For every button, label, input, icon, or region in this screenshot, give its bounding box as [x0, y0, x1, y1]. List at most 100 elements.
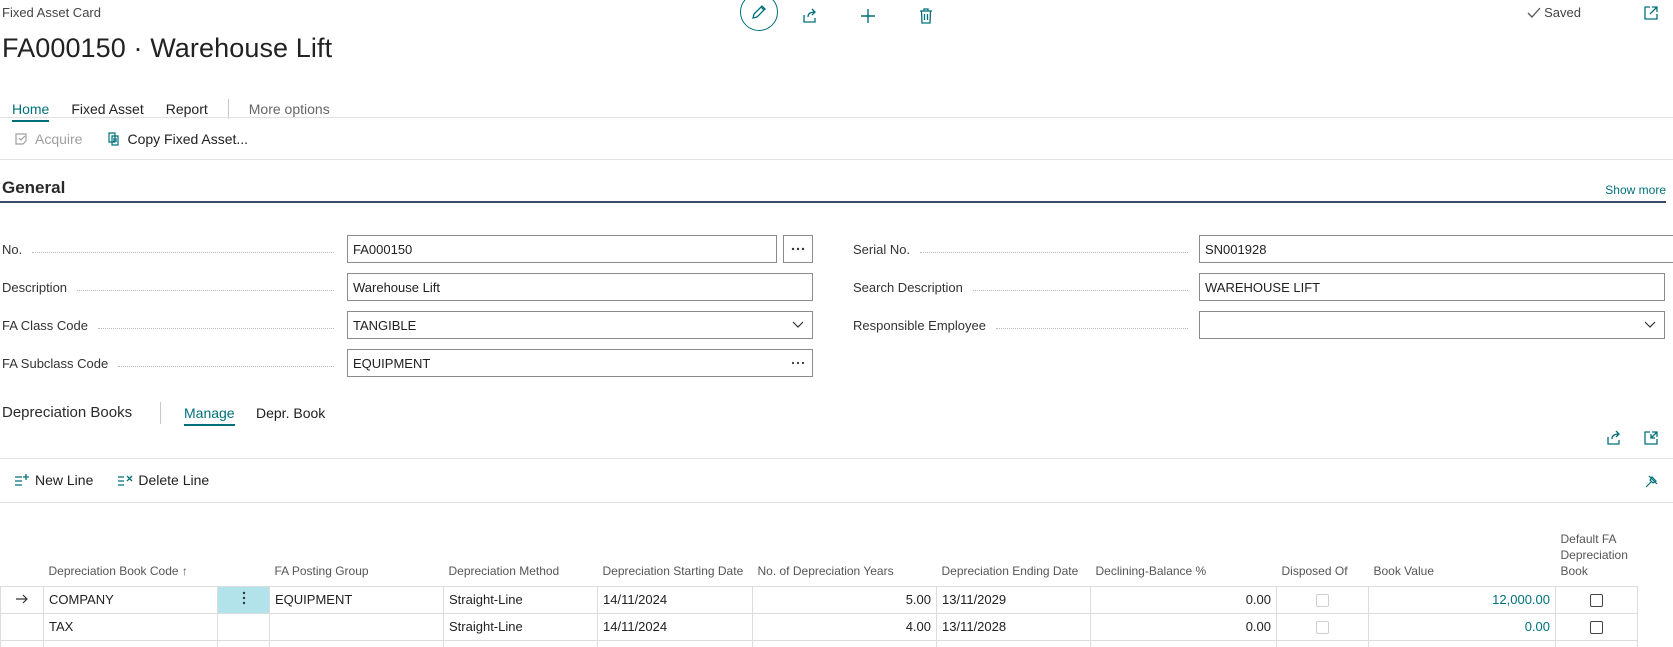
col-header-depreciation-starting-date[interactable]: Depreciation Starting Date — [598, 505, 753, 586]
cell-code[interactable]: TAX — [43, 612, 218, 641]
row-indicator — [0, 585, 44, 614]
description-field[interactable]: Warehouse Lift — [347, 273, 813, 301]
new-button[interactable] — [856, 4, 880, 28]
serial-no-field[interactable]: SN001928 — [1199, 235, 1673, 263]
col-header-declining-balance[interactable]: Declining-Balance % — [1091, 505, 1277, 586]
tab-depr-book[interactable]: Depr. Book — [256, 405, 325, 421]
delete-line-label: Delete Line — [138, 472, 210, 488]
new-line-button[interactable]: New Line — [14, 472, 93, 488]
cell-posting-group[interactable]: EQUIPMENT — [269, 585, 444, 614]
search-description-field[interactable]: WAREHOUSE LIFT — [1199, 273, 1665, 301]
disposed-checkbox — [1316, 621, 1329, 635]
col-header-no-of-depreciation-years[interactable]: No. of Depreciation Years — [753, 505, 937, 586]
tab-manage[interactable]: Manage — [184, 405, 235, 426]
cell-end[interactable]: 13/11/2029 — [936, 585, 1091, 614]
cell-years[interactable]: 5.00 — [752, 585, 937, 614]
dep-share-button[interactable] — [1606, 430, 1623, 449]
page-caption: Fixed Asset Card — [2, 5, 101, 20]
default-checkbox[interactable] — [1590, 594, 1603, 608]
cell-declining[interactable]: 0.00 — [1090, 612, 1277, 641]
arrow-right-icon — [16, 594, 28, 604]
no-field-label: No. — [2, 242, 342, 257]
share-button[interactable] — [798, 4, 822, 28]
ellipsis-icon — [791, 247, 805, 251]
show-more-link[interactable]: Show more — [1605, 183, 1666, 197]
empty-cell[interactable] — [1555, 639, 1638, 647]
empty-cell[interactable] — [43, 639, 218, 647]
tab-more-options[interactable]: More options — [249, 101, 330, 117]
cell-default[interactable] — [1555, 585, 1638, 614]
col-header-fa-posting-group[interactable]: FA Posting Group — [270, 505, 444, 586]
fa-subclass-code-field-label: FA Subclass Code — [2, 356, 342, 371]
top-actions — [740, 0, 938, 32]
cell-declining[interactable]: 0.00 — [1090, 585, 1277, 614]
share-icon — [803, 8, 816, 23]
col-header-disposed-of[interactable]: Disposed Of — [1277, 505, 1369, 586]
delete-line-button[interactable]: Delete Line — [117, 472, 209, 488]
no-label: No. — [2, 242, 23, 257]
ellipsis-icon — [784, 361, 812, 365]
cell-end[interactable]: 13/11/2028 — [936, 612, 1091, 641]
row-actions-button[interactable] — [217, 585, 270, 614]
cell-default[interactable] — [1555, 612, 1638, 641]
tab-divider — [227, 99, 229, 119]
responsible-employee-label: Responsible Employee — [853, 318, 986, 333]
copy-fixed-asset-button[interactable]: Copy Fixed Asset... — [106, 131, 248, 147]
cell-start[interactable]: 14/11/2024 — [597, 585, 753, 614]
cell-book-value[interactable]: 0.00 — [1368, 612, 1556, 641]
edit-button[interactable] — [740, 0, 778, 31]
page-title: FA000150 · Warehouse Lift — [2, 33, 333, 63]
empty-cell[interactable] — [752, 639, 937, 647]
col-header-default-fa-depreciation-book[interactable]: Default FA Depreciation Book — [1556, 505, 1638, 586]
empty-cell — [0, 639, 44, 647]
no-assist-button[interactable] — [783, 235, 813, 263]
cell-method[interactable]: Straight-Line — [443, 585, 598, 614]
share-icon — [1607, 430, 1620, 445]
fa-class-code-select[interactable]: TANGIBLE — [347, 311, 813, 339]
table-row[interactable]: COMPANY EQUIPMENT Straight-Line 14/11/20… — [0, 585, 1638, 614]
fa-class-code-value: TANGIBLE — [353, 317, 417, 333]
table-row[interactable]: TAX Straight-Line 14/11/2024 4.00 13/11/… — [0, 612, 1638, 641]
empty-cell[interactable] — [936, 639, 1091, 647]
no-value: FA000150 — [353, 241, 413, 257]
cell-years[interactable]: 4.00 — [752, 612, 937, 641]
edit-icon — [752, 5, 766, 19]
serial-no-label: Serial No. — [853, 242, 911, 257]
table-row-empty[interactable] — [0, 639, 1638, 647]
description-field-label: Description — [2, 280, 342, 295]
checkmark-icon — [1527, 7, 1541, 18]
tab-report[interactable]: Report — [166, 101, 208, 117]
pin-icon — [1645, 475, 1658, 488]
acquire-icon — [15, 133, 27, 145]
general-section-title[interactable]: General — [2, 178, 65, 198]
pin-button[interactable] — [1643, 474, 1659, 493]
depreciation-books-title[interactable]: Depreciation Books — [2, 404, 132, 421]
cell-method[interactable]: Straight-Line — [443, 612, 598, 641]
default-checkbox[interactable] — [1590, 621, 1603, 635]
col-header-book-value[interactable]: Book Value — [1369, 505, 1556, 586]
no-field[interactable]: FA000150 — [347, 235, 777, 263]
responsible-employee-select[interactable] — [1199, 311, 1665, 339]
saved-status: Saved — [1527, 5, 1581, 20]
empty-cell[interactable] — [269, 639, 444, 647]
popout-button[interactable] — [1643, 5, 1659, 24]
empty-cell[interactable] — [1090, 639, 1277, 647]
cell-code[interactable]: COMPANY — [43, 585, 218, 614]
empty-cell[interactable] — [597, 639, 753, 647]
delete-button[interactable] — [914, 4, 938, 28]
acquire-button[interactable]: Acquire — [14, 131, 82, 147]
cell-start[interactable]: 14/11/2024 — [597, 612, 753, 641]
col-header-depreciation-ending-date[interactable]: Depreciation Ending Date — [937, 505, 1091, 586]
empty-cell[interactable] — [443, 639, 598, 647]
col-header-depreciation-method[interactable]: Depreciation Method — [444, 505, 598, 586]
tab-home[interactable]: Home — [12, 101, 50, 122]
empty-cell[interactable] — [1368, 639, 1556, 647]
expand-icon — [1644, 431, 1658, 445]
col-header-depreciation-book-code[interactable]: Depreciation Book Code ↑ — [44, 505, 218, 586]
cell-book-value[interactable]: 12,000.00 — [1368, 585, 1556, 614]
cell-posting-group[interactable] — [269, 612, 444, 641]
tab-fixed-asset[interactable]: Fixed Asset — [71, 101, 143, 117]
dep-expand-button[interactable] — [1643, 430, 1659, 449]
fa-subclass-code-label: FA Subclass Code — [2, 356, 109, 371]
fa-subclass-code-field[interactable]: EQUIPMENT — [347, 349, 813, 377]
